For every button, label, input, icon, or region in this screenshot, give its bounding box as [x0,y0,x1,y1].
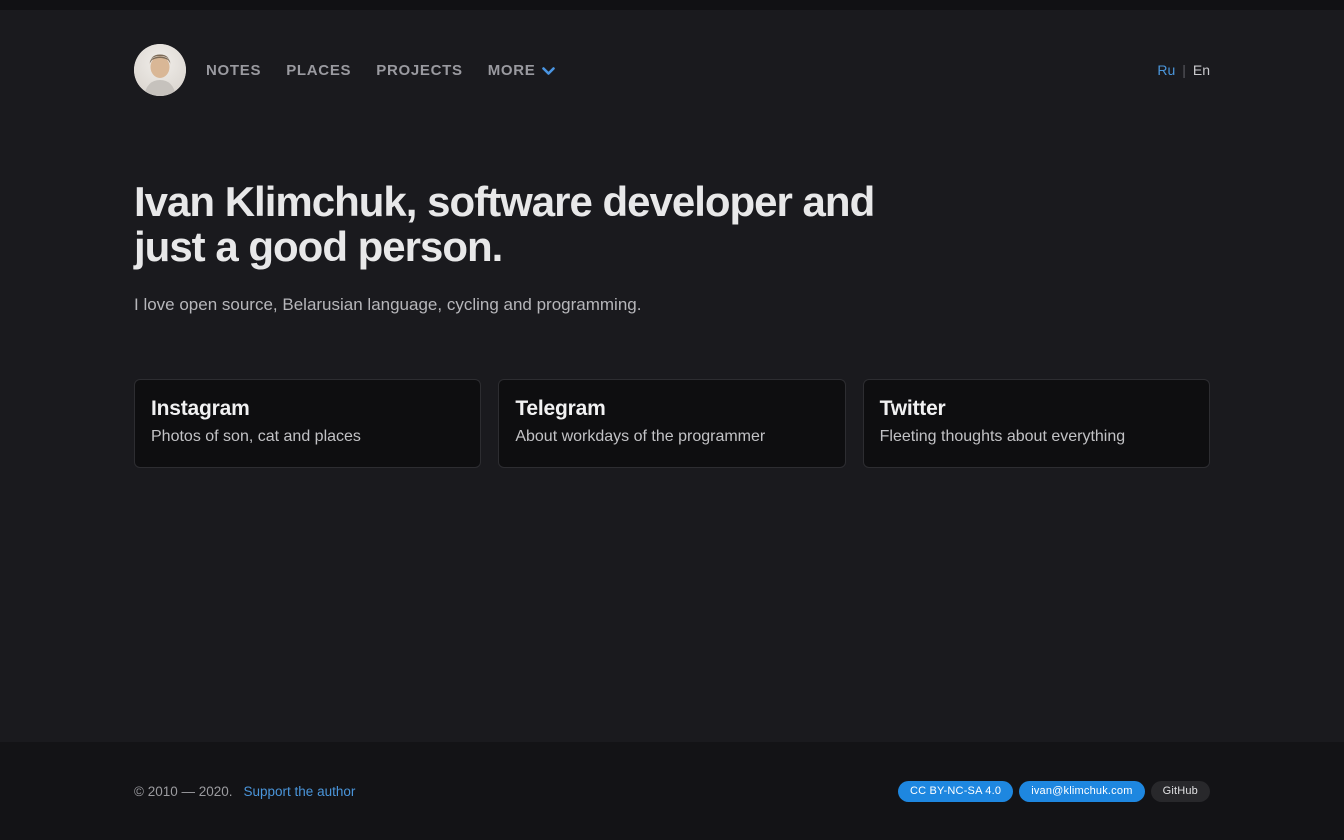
nav-item-more-label: MORE [488,62,536,79]
lang-en-link[interactable]: En [1193,62,1210,78]
language-switcher: Ru | En [1157,62,1210,78]
github-badge[interactable]: GitHub [1151,781,1210,802]
main-content: NOTES PLACES PROJECTS MORE Ru | [0,10,1344,742]
nav-item-projects[interactable]: PROJECTS [376,62,462,79]
hero-section: Ivan Klimchuk, software developer and ju… [134,180,1210,468]
lang-separator: | [1182,62,1186,78]
page: NOTES PLACES PROJECTS MORE Ru | [0,0,1344,840]
top-nav: NOTES PLACES PROJECTS MORE Ru | [134,44,1210,96]
card-title: Telegram [515,397,828,421]
nav-item-notes[interactable]: NOTES [206,62,261,79]
card-description: Fleeting thoughts about everything [880,428,1193,446]
avatar[interactable] [134,44,186,96]
copyright-text: © 2010 — 2020. [134,784,233,799]
card-telegram[interactable]: Telegram About workdays of the programme… [498,379,845,468]
footer: © 2010 — 2020. Support the author CC BY-… [0,742,1344,840]
page-top-edge [0,0,1344,10]
footer-left: © 2010 — 2020. Support the author [134,784,355,799]
card-twitter[interactable]: Twitter Fleeting thoughts about everythi… [863,379,1210,468]
chevron-down-icon [542,67,555,76]
nav-left: NOTES PLACES PROJECTS MORE [134,44,555,96]
card-description: Photos of son, cat and places [151,428,464,446]
main-menu: NOTES PLACES PROJECTS MORE [206,62,555,79]
nav-item-more[interactable]: MORE [488,62,555,79]
avatar-photo [134,44,186,96]
page-title: Ivan Klimchuk, software developer and ju… [134,180,904,269]
license-badge[interactable]: CC BY-NC-SA 4.0 [898,781,1013,802]
social-cards: Instagram Photos of son, cat and places … [134,379,1210,468]
nav-item-places[interactable]: PLACES [286,62,351,79]
card-title: Twitter [880,397,1193,421]
lang-ru-link[interactable]: Ru [1157,62,1175,78]
card-description: About workdays of the programmer [515,428,828,446]
hero-subtitle: I love open source, Belarusian language,… [134,295,1210,315]
support-author-link[interactable]: Support the author [244,784,356,799]
footer-badges: CC BY-NC-SA 4.0 ivan@klimchuk.com GitHub [898,781,1210,802]
card-title: Instagram [151,397,464,421]
email-badge[interactable]: ivan@klimchuk.com [1019,781,1144,802]
card-instagram[interactable]: Instagram Photos of son, cat and places [134,379,481,468]
